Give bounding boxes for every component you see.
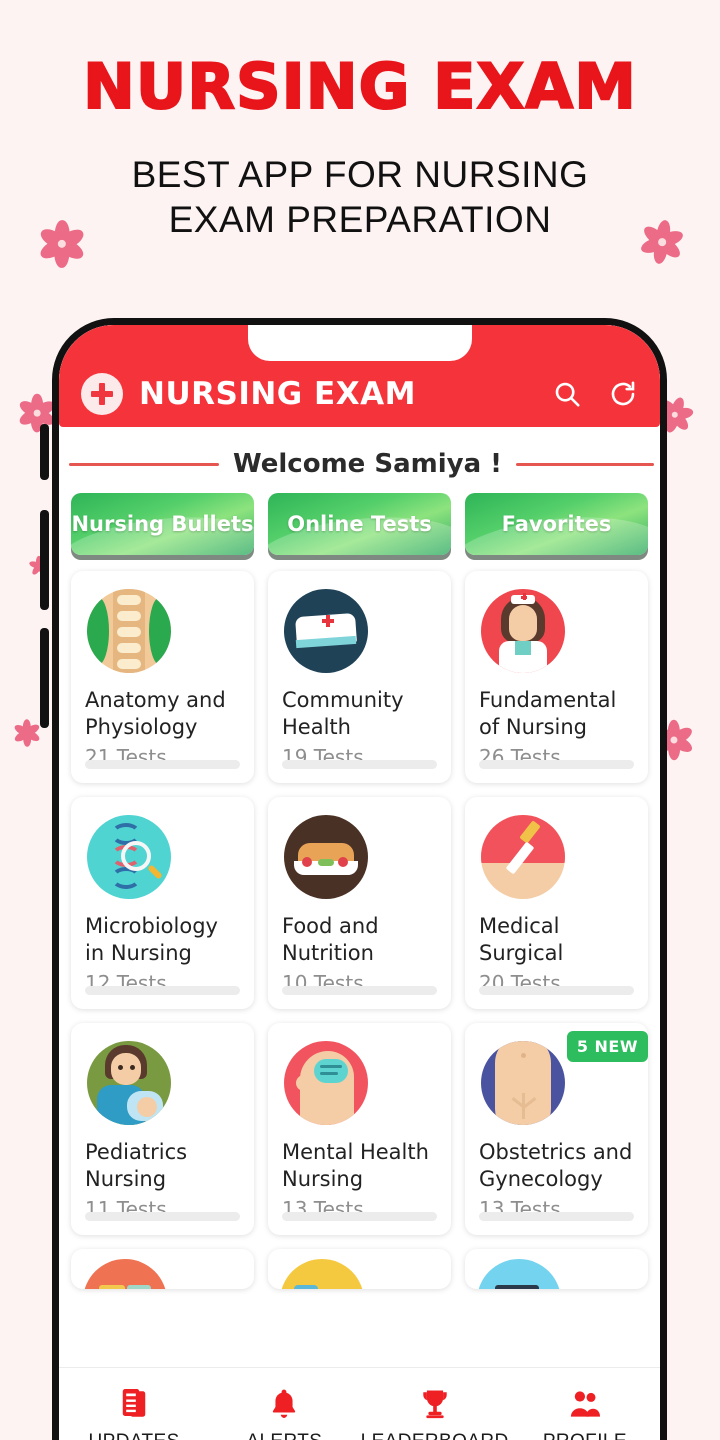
subject-title: Food and Nutrition xyxy=(282,914,379,965)
app-title: NURSING EXAM xyxy=(139,376,416,412)
progress-bar xyxy=(85,760,240,769)
partial-card-icon xyxy=(280,1259,364,1289)
scalpel-icon xyxy=(481,815,565,899)
promo-subtitle: BEST APP FOR NURSING EXAM PREPARATION xyxy=(0,152,720,242)
trophy-icon xyxy=(417,1386,453,1422)
people-icon xyxy=(567,1386,603,1422)
pregnant-belly-icon xyxy=(481,1041,565,1125)
subject-card-partial[interactable] xyxy=(71,1249,254,1289)
promo-subtitle-line1: BEST APP FOR NURSING xyxy=(131,154,589,195)
bottom-navigation: UPDATES ALERTS xyxy=(59,1367,660,1440)
welcome-rule-right xyxy=(516,462,654,466)
tab-nursing-bullets[interactable]: Nursing Bullets xyxy=(71,493,254,555)
subject-title: Fundamental of Nursing xyxy=(479,688,617,739)
tab-label: Online Tests xyxy=(287,512,432,536)
nav-item-leaderboard[interactable]: LEADERBOARD xyxy=(360,1386,510,1440)
refresh-icon[interactable] xyxy=(608,379,638,409)
partial-card-icon xyxy=(83,1259,167,1289)
subject-card[interactable]: Microbiology in Nursing 12 Tests xyxy=(71,797,254,1009)
partial-card-icon xyxy=(477,1259,561,1289)
nav-item-updates[interactable]: UPDATES xyxy=(59,1386,209,1440)
subject-title: Medical Surgical Nursi... xyxy=(479,914,564,965)
status-badge: 5 NEW xyxy=(566,1031,648,1062)
subject-grid: Anatomy and Physiology 21 Tests Communit… xyxy=(59,555,660,1289)
subject-title: Anatomy and Physiology xyxy=(85,688,226,739)
subject-title: Obstetrics and Gynecology xyxy=(479,1140,633,1191)
medical-cross-icon xyxy=(81,373,123,415)
notch-cutout xyxy=(247,325,472,361)
subject-card-partial[interactable] xyxy=(465,1249,648,1289)
phone-power-button[interactable] xyxy=(40,628,49,728)
bell-icon xyxy=(266,1386,302,1422)
subject-card[interactable]: Anatomy and Physiology 21 Tests xyxy=(71,571,254,783)
subject-card[interactable]: Pediatrics Nursing 11 Tests xyxy=(71,1023,254,1235)
tab-label: Favorites xyxy=(501,512,612,536)
phone-volume-button[interactable] xyxy=(40,424,49,480)
subject-title: Community Health Nursing xyxy=(282,688,404,739)
quick-tabs: Nursing Bullets Online Tests Favorites xyxy=(59,493,660,555)
flower-decoration-icon xyxy=(12,718,42,748)
brain-head-icon xyxy=(284,1041,368,1125)
nurse-cap-icon xyxy=(284,589,368,673)
phone-mockup: NURSING EXAM Welcome Samiya ! Nursing Bu… xyxy=(52,318,667,1440)
promo-page: NURSING EXAM BEST APP FOR NURSING EXAM P… xyxy=(0,0,720,1440)
nav-label: LEADERBOARD xyxy=(361,1431,509,1440)
mother-baby-icon xyxy=(87,1041,171,1125)
subject-title: Pediatrics Nursing xyxy=(85,1140,188,1191)
subject-card[interactable]: Medical Surgical Nursi... 20 Tests xyxy=(465,797,648,1009)
food-plate-icon xyxy=(284,815,368,899)
subject-card[interactable]: 5 NEW Obstetrics and Gynecology 13 Tests xyxy=(465,1023,648,1235)
progress-bar xyxy=(479,760,634,769)
progress-bar xyxy=(85,1212,240,1221)
subject-card[interactable]: Fundamental of Nursing 26 Tests xyxy=(465,571,648,783)
progress-bar xyxy=(85,986,240,995)
subject-card[interactable]: Community Health Nursing 19 Tests xyxy=(268,571,451,783)
progress-bar xyxy=(282,760,437,769)
welcome-rule-left xyxy=(69,462,219,466)
nurse-portrait-icon xyxy=(481,589,565,673)
subject-title: Mental Health Nursing xyxy=(282,1140,429,1191)
welcome-text: Welcome Samiya ! xyxy=(233,449,503,479)
search-icon[interactable] xyxy=(552,379,582,409)
promo-subtitle-line2: EXAM PREPARATION xyxy=(168,199,552,241)
app-header: NURSING EXAM xyxy=(59,325,660,427)
nav-label: UPDATES xyxy=(89,1431,180,1440)
tab-online-tests[interactable]: Online Tests xyxy=(268,493,451,555)
spine-icon xyxy=(87,589,171,673)
progress-bar xyxy=(282,1212,437,1221)
progress-bar xyxy=(479,1212,634,1221)
nav-item-profile[interactable]: PROFILE xyxy=(510,1386,660,1440)
documents-icon xyxy=(116,1386,152,1422)
nav-item-alerts[interactable]: ALERTS xyxy=(209,1386,359,1440)
app-screen: NURSING EXAM Welcome Samiya ! Nursing Bu… xyxy=(59,325,660,1440)
promo-title: NURSING EXAM xyxy=(82,50,637,123)
nav-label: ALERTS xyxy=(246,1431,322,1440)
nav-label: PROFILE xyxy=(543,1431,627,1440)
subject-card-partial[interactable] xyxy=(268,1249,451,1289)
progress-bar xyxy=(282,986,437,995)
phone-volume-up-button[interactable] xyxy=(40,510,49,610)
progress-bar xyxy=(479,986,634,995)
subject-card[interactable]: Food and Nutrition 10 Tests xyxy=(268,797,451,1009)
tab-favorites[interactable]: Favorites xyxy=(465,493,648,555)
dna-magnifier-icon xyxy=(87,815,171,899)
welcome-banner: Welcome Samiya ! xyxy=(59,427,660,493)
subject-card[interactable]: Mental Health Nursing 13 Tests xyxy=(268,1023,451,1235)
tab-label: Nursing Bullets xyxy=(71,512,254,536)
subject-title: Microbiology in Nursing xyxy=(85,914,218,965)
